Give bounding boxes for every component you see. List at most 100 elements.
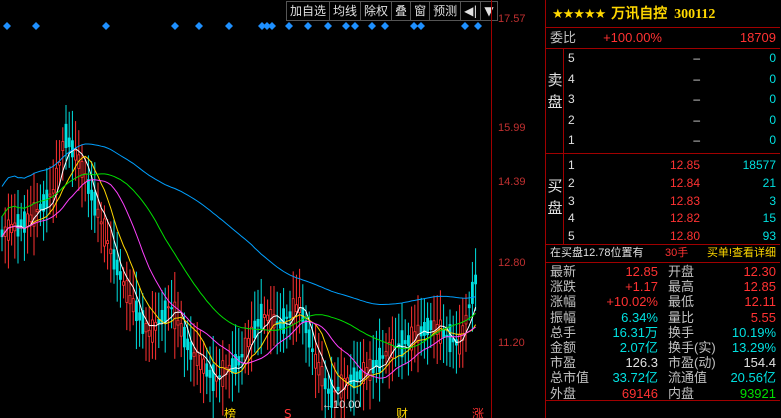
kline-chart[interactable]: ←10.00 榜 S 财 涨 xyxy=(0,0,498,418)
candle-body xyxy=(336,386,340,391)
level-price: 12.82 xyxy=(669,211,700,226)
candle-body xyxy=(192,352,196,357)
quote-stat-row: 市盈 126.3 市盈(动) 154.4 xyxy=(546,355,780,371)
add-watchlist-button[interactable]: 加自选 xyxy=(286,1,330,21)
window-button[interactable]: 窗 xyxy=(410,1,430,21)
stat-value: 12.30 xyxy=(743,264,776,279)
candle-body xyxy=(150,319,154,343)
candle-body xyxy=(406,335,410,346)
level-number: 3 xyxy=(568,193,575,208)
event-marker-icon xyxy=(368,22,376,30)
candle-body xyxy=(112,249,116,270)
candle-body xyxy=(93,191,97,216)
candle-body xyxy=(125,280,129,303)
level-volume: 3 xyxy=(769,193,776,208)
stat-label: 换手(实) xyxy=(668,340,716,355)
level-price: 12.85 xyxy=(669,158,700,172)
event-marker-icon xyxy=(324,22,332,30)
event-marker-icon xyxy=(342,22,350,30)
candle-body xyxy=(109,248,113,255)
candle-body xyxy=(378,347,382,373)
sell-level-row: 4 – 0 xyxy=(546,70,780,89)
stat-value: 6.34% xyxy=(621,309,658,325)
level-number: 1 xyxy=(568,158,575,172)
candle-body xyxy=(179,323,183,337)
stat-label: 换手 xyxy=(668,324,695,340)
candle-body xyxy=(10,224,14,233)
candle-body xyxy=(256,319,260,327)
ex-rights-button[interactable]: 除权 xyxy=(360,1,392,21)
level-number: 1 xyxy=(568,133,575,147)
event-marker-icon xyxy=(268,22,276,30)
candle-body xyxy=(320,366,324,387)
event-marker-icon xyxy=(461,22,469,30)
candle-body xyxy=(157,319,161,324)
candle-body xyxy=(474,274,478,285)
sell-level-row: 2 – 0 xyxy=(546,111,780,130)
level-price: – xyxy=(693,71,700,86)
candle-body xyxy=(403,340,407,345)
level-price: – xyxy=(693,112,700,127)
stock-header: ★★★★★ 万讯自控 300112 xyxy=(546,0,781,26)
candle-body xyxy=(314,353,318,369)
stat-value: 33.72亿 xyxy=(612,370,658,386)
buy-level-row: 1 12.85 18577 xyxy=(546,156,780,175)
stat-value: +10.02% xyxy=(606,294,658,310)
candle-body xyxy=(90,189,93,201)
candle-body xyxy=(416,324,420,343)
stat-value: 10.19% xyxy=(731,324,776,340)
candle-body xyxy=(83,173,87,183)
candle-body xyxy=(67,137,71,148)
candle-body xyxy=(198,354,202,370)
event-marker-icon xyxy=(381,22,389,30)
level-number: 4 xyxy=(568,211,575,226)
candle-body xyxy=(64,123,68,149)
stat-label: 开盘 xyxy=(668,264,695,279)
candle-body xyxy=(250,326,254,346)
stat-label: 最低 xyxy=(668,294,695,310)
level-volume: 0 xyxy=(769,51,776,65)
event-marker-icon xyxy=(417,22,425,30)
overlay-button[interactable]: 叠 xyxy=(391,1,411,21)
candle-body xyxy=(176,319,180,326)
level-volume: 0 xyxy=(769,71,776,86)
buy-level-row: 3 12.83 3 xyxy=(546,192,780,211)
y-tick: 14.39 xyxy=(498,176,526,188)
quote-stat-row: 金额 2.07亿 换手(实) 13.29% xyxy=(546,340,780,356)
stat-label: 市盈 xyxy=(550,355,577,371)
candle-body xyxy=(131,298,135,313)
candle-body xyxy=(96,208,100,218)
level-price: – xyxy=(693,51,700,65)
stat-label: 总市值 xyxy=(550,370,590,386)
candle-body xyxy=(278,319,282,329)
level-number: 5 xyxy=(568,51,575,65)
stat-label: 涨跌 xyxy=(550,279,577,295)
level-volume: 18577 xyxy=(742,158,776,172)
level-price: 12.84 xyxy=(669,175,700,190)
order-note: 在买盘12.78位置有 30手 买单!查看详细 xyxy=(546,245,780,262)
moving-average-button[interactable]: 均线 xyxy=(329,1,361,21)
previous-icon[interactable]: ◀| xyxy=(460,1,481,21)
stat-value: 126.3 xyxy=(625,355,658,371)
chart-toolbar: 加自选 均线 除权 叠 窗 预测 ◀| ▼ xyxy=(286,1,498,21)
candle-body xyxy=(35,209,39,213)
candle-body xyxy=(134,300,138,322)
sell-level-row: 1 – 0 xyxy=(546,131,780,150)
candle-body xyxy=(138,312,142,321)
note-text: 在买盘12.78位置有 xyxy=(550,247,644,259)
candle-body xyxy=(285,316,289,319)
candle-body xyxy=(429,320,433,331)
forecast-button[interactable]: 预测 xyxy=(429,1,461,21)
event-flag-label: 涨 xyxy=(472,406,484,418)
stat-label: 最新 xyxy=(550,264,577,279)
level-price: 12.83 xyxy=(669,193,700,208)
candle-body xyxy=(182,326,186,348)
quote-stat-row: 涨幅 +10.02% 最低 12.11 xyxy=(546,294,780,310)
candle-body xyxy=(422,321,426,336)
y-tick: 17.57 xyxy=(498,13,526,25)
stat-label: 金额 xyxy=(550,340,577,355)
event-marker-icon xyxy=(225,22,233,30)
candle-body xyxy=(458,334,462,355)
rating-stars: ★★★★★ xyxy=(552,6,606,21)
view-detail-link[interactable]: 买单!查看详细 xyxy=(707,245,776,262)
